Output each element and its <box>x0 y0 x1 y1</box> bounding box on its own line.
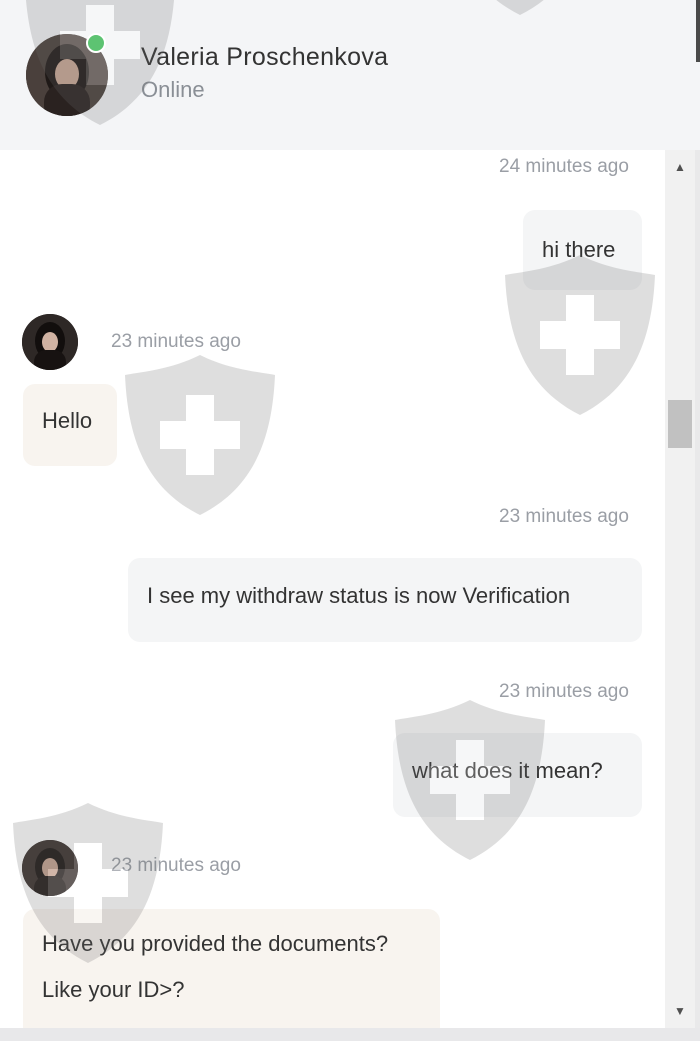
contact-name: Valeria Proschenkova <box>141 43 389 71</box>
outgoing-message: hi there <box>523 210 642 290</box>
message-timestamp: 23 minutes ago <box>111 855 241 876</box>
message-timestamp: 23 minutes ago <box>499 681 629 702</box>
message-list[interactable]: 24 minutes ago hi there 23 minutes ago H… <box>0 150 665 1028</box>
chat-header: Valeria Proschenkova Online <box>0 0 700 150</box>
avatar-photo-icon <box>22 314 78 370</box>
message-timestamp: 23 minutes ago <box>111 331 241 352</box>
incoming-message: Hello <box>23 384 117 466</box>
contact-avatar-small <box>22 840 78 896</box>
message-line: Like your ID>? <box>42 977 185 1002</box>
outgoing-message: I see my withdraw status is now Verifica… <box>128 558 642 642</box>
window-edge <box>696 0 700 62</box>
window-edge <box>695 150 700 1028</box>
shield-cross-icon <box>125 355 275 515</box>
message-timestamp: 24 minutes ago <box>499 156 629 177</box>
online-status-dot <box>86 33 106 53</box>
avatar-photo-icon <box>22 840 78 896</box>
scroll-down-arrow-icon[interactable]: ▼ <box>665 996 695 1026</box>
incoming-message: Have you provided the documents? Like yo… <box>23 909 440 1028</box>
scroll-up-arrow-icon[interactable]: ▲ <box>665 152 695 182</box>
outgoing-message: what does it mean? <box>393 733 642 817</box>
scrollbar-thumb[interactable] <box>668 400 692 448</box>
contact-avatar-small <box>22 314 78 370</box>
message-timestamp: 23 minutes ago <box>499 506 629 527</box>
bottom-edge <box>0 1028 700 1041</box>
message-line: Have you provided the documents? <box>42 931 389 956</box>
contact-status: Online <box>141 77 205 102</box>
chat-scrollbar[interactable]: ▲ ▼ <box>665 150 695 1028</box>
